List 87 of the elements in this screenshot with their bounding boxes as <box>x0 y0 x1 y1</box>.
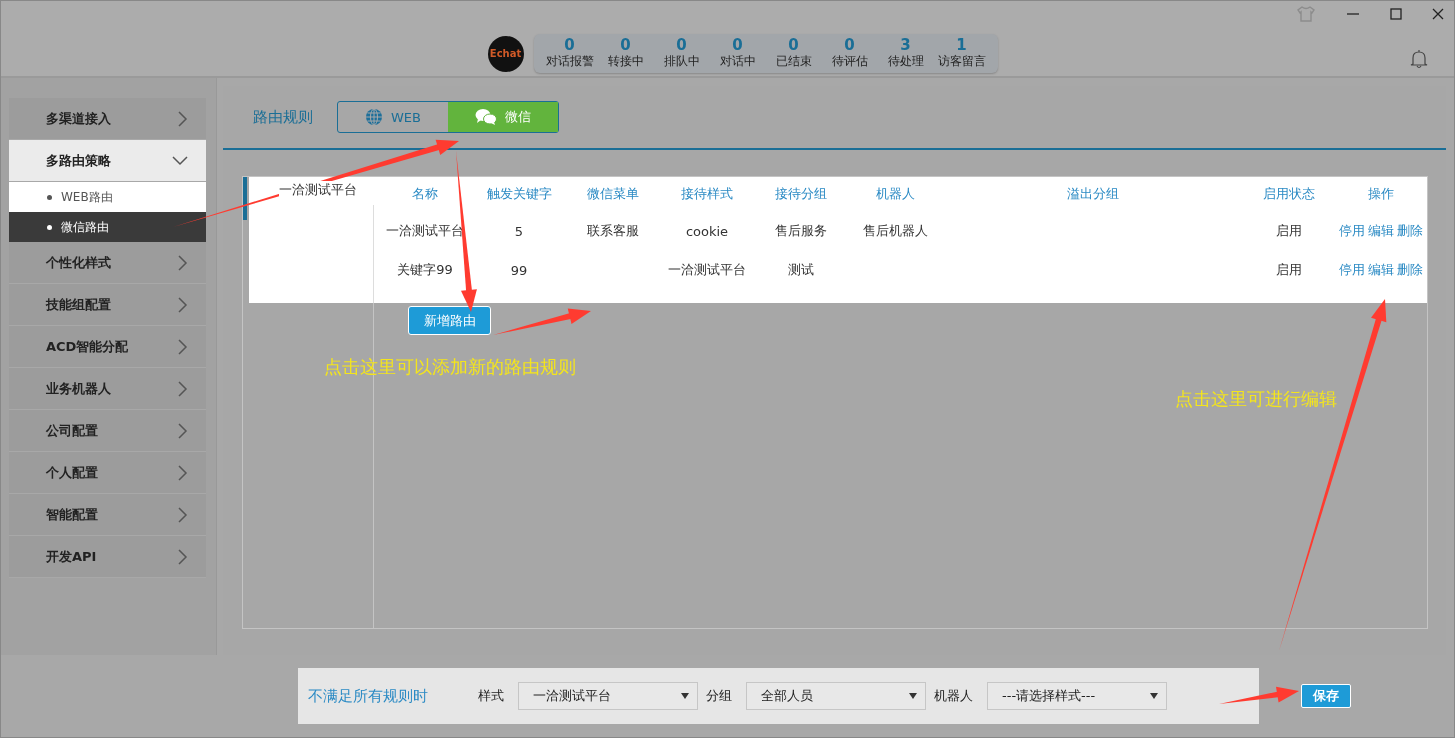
chevron-right-icon <box>178 422 188 439</box>
sidebar-subitem[interactable]: 微信路由 <box>9 212 206 242</box>
column-header: 微信菜单 <box>586 185 640 203</box>
table-cell-text: 一洽测试平台 <box>667 261 747 279</box>
stat-count: 0 <box>676 37 687 53</box>
action-link[interactable]: 停用 <box>1338 261 1365 279</box>
action-link[interactable]: 编辑 <box>1367 222 1394 240</box>
globe-icon <box>365 108 383 126</box>
chevron-right-icon <box>178 296 188 313</box>
stat-label: 对话报警 <box>545 53 594 69</box>
bell-icon[interactable] <box>1410 49 1428 69</box>
add-route-button[interactable]: 新增路由 <box>408 306 491 335</box>
action-link[interactable]: 编辑 <box>1367 261 1394 279</box>
fallback-label: 不满足所有规则时 <box>308 686 428 706</box>
table-cell-text: 关键字99 <box>396 261 454 279</box>
stat-label: 已结束 <box>775 53 812 69</box>
caret-icon <box>1150 693 1158 699</box>
table-cell-text: 启用 <box>1275 222 1303 240</box>
select-label: 样式 <box>478 687 504 705</box>
stat-label: 待处理 <box>887 53 924 69</box>
table-cell-text: 99 <box>509 262 529 278</box>
table-cell-text: cookie <box>684 223 730 239</box>
action-link[interactable]: 删除 <box>1396 222 1423 240</box>
chevron-right-icon <box>178 548 188 565</box>
dropdown-field[interactable]: 一洽测试平台 <box>518 682 698 710</box>
sidebar-item[interactable]: 个人配置 <box>9 452 206 494</box>
annotation-text: 点击这里可以添加新的路由规则 <box>324 355 576 379</box>
dropdown-field[interactable]: 全部人员 <box>746 682 926 710</box>
table-cell-text: 售后服务 <box>774 222 828 240</box>
sidebar-item[interactable]: 公司配置 <box>9 410 206 452</box>
chevron-right-icon <box>178 110 188 127</box>
table-cell-text: 5 <box>513 223 525 239</box>
caret-icon <box>909 693 917 699</box>
group-item[interactable]: 一洽测试平台 <box>279 181 357 199</box>
stat-label: 转接中 <box>607 53 644 69</box>
column-header: 启用状态 <box>1262 185 1316 203</box>
chevron-right-icon <box>178 506 188 523</box>
sidebar-item[interactable]: 开发API <box>9 536 206 578</box>
stat-count: 0 <box>620 37 631 53</box>
column-header: 溢出分组 <box>1066 185 1120 203</box>
stat-label: 访客留言 <box>937 53 986 69</box>
column-header: 机器人 <box>874 185 916 203</box>
stat-count: 1 <box>956 37 967 53</box>
sidebar-item[interactable]: ACD智能分配 <box>9 326 206 368</box>
sidebar-item[interactable]: 多路由策略 <box>9 140 206 182</box>
select-label: 分组 <box>706 687 732 705</box>
chevron-right-icon <box>178 380 188 397</box>
table-cell-text: 联系客服 <box>586 222 640 240</box>
chevron-down-icon <box>172 155 188 166</box>
sidebar-item[interactable]: 智能配置 <box>9 494 206 536</box>
chevron-right-icon <box>178 338 188 355</box>
chevron-right-icon <box>178 254 188 271</box>
column-header: 操作 <box>1366 185 1395 203</box>
dropdown-field[interactable]: ---请选择样式--- <box>987 682 1167 710</box>
page-title: 路由规则 <box>253 107 313 127</box>
stat-label: 对话中 <box>719 53 756 69</box>
sidebar-item[interactable]: 技能组配置 <box>9 284 206 326</box>
stat-label: 排队中 <box>663 53 700 69</box>
stat-count: 0 <box>788 37 799 53</box>
column-header: 接待分组 <box>774 185 828 203</box>
sidebar-item[interactable]: 多渠道接入 <box>9 98 206 140</box>
close-icon[interactable] <box>1432 8 1444 20</box>
maximize-icon[interactable] <box>1390 8 1402 20</box>
stat-count: 0 <box>732 37 743 53</box>
logo: Echat <box>487 35 524 72</box>
stat-count: 3 <box>900 37 911 53</box>
table-cell-text: 启用 <box>1275 261 1303 279</box>
action-link[interactable]: 删除 <box>1396 261 1423 279</box>
table-cell-text: 测试 <box>787 261 815 279</box>
annotation-text: 点击这里可进行编辑 <box>1175 387 1337 411</box>
column-header: 接待样式 <box>680 185 734 203</box>
table-cell-text: 一洽测试平台 <box>385 222 465 240</box>
column-header: 名称 <box>411 185 439 203</box>
stat-count: 0 <box>844 37 855 53</box>
column-header: 触发关键字 <box>485 185 553 203</box>
chevron-right-icon <box>178 464 188 481</box>
sidebar-item[interactable]: 个性化样式 <box>9 242 206 284</box>
chat-bubbles-icon <box>475 108 497 126</box>
sidebar-item[interactable]: 业务机器人 <box>9 368 206 410</box>
stat-count: 0 <box>564 37 575 53</box>
save-button[interactable]: 保存 <box>1301 684 1351 708</box>
caret-icon <box>681 693 689 699</box>
table-cell-text: 售后机器人 <box>861 222 929 240</box>
action-link[interactable]: 停用 <box>1338 222 1365 240</box>
stat-label: 待评估 <box>831 53 868 69</box>
select-label: 机器人 <box>934 687 973 705</box>
sidebar-subitem[interactable]: WEB路由 <box>9 182 206 212</box>
